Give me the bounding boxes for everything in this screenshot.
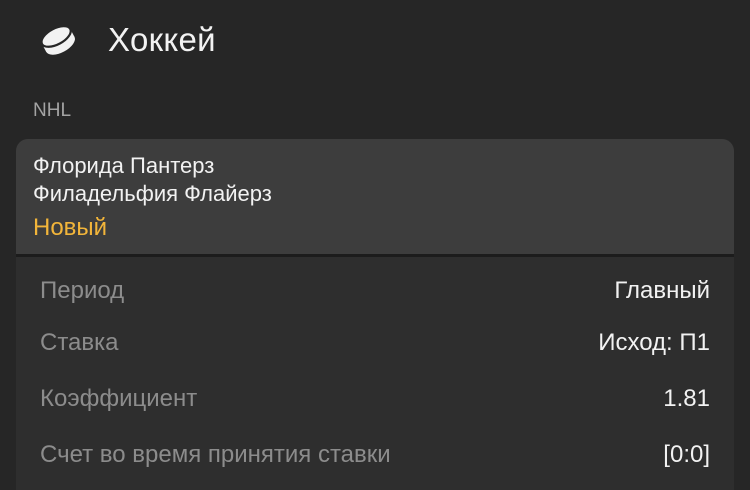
detail-label: Ставка bbox=[40, 329, 119, 356]
detail-row-odds: Коэффициент 1.81 bbox=[40, 382, 710, 416]
detail-value: Исход: П1 bbox=[598, 329, 710, 356]
detail-label: Период bbox=[40, 277, 125, 304]
detail-value: [0:0] bbox=[663, 441, 710, 468]
sport-header: Хоккей bbox=[0, 0, 750, 82]
league-label: NHL bbox=[33, 100, 72, 121]
bet-card[interactable]: Флорида Пантерз Филадельфия Флайерз Новы… bbox=[16, 139, 734, 490]
detail-row-bet: Ставка Исход: П1 bbox=[40, 326, 710, 360]
bet-status: Новый bbox=[33, 214, 108, 241]
hockey-puck-icon bbox=[38, 22, 78, 58]
bet-details: Период Главный Ставка Исход: П1 Коэффици… bbox=[16, 257, 734, 490]
detail-value: 1.81 bbox=[663, 385, 710, 412]
detail-row-score: Счет во время принятия ставки [0:0] bbox=[40, 438, 710, 472]
detail-label: Коэффициент bbox=[40, 385, 198, 412]
sport-title: Хоккей bbox=[108, 21, 216, 58]
event-header[interactable]: Флорида Пантерз Филадельфия Флайерз Новы… bbox=[16, 139, 734, 254]
detail-row-period: Период Главный bbox=[40, 274, 710, 308]
detail-label: Счет во время принятия ставки bbox=[40, 441, 391, 468]
detail-value: Главный bbox=[614, 277, 710, 304]
team-home: Флорида Пантерз bbox=[33, 153, 215, 178]
team-away: Филадельфия Флайерз bbox=[33, 181, 272, 206]
